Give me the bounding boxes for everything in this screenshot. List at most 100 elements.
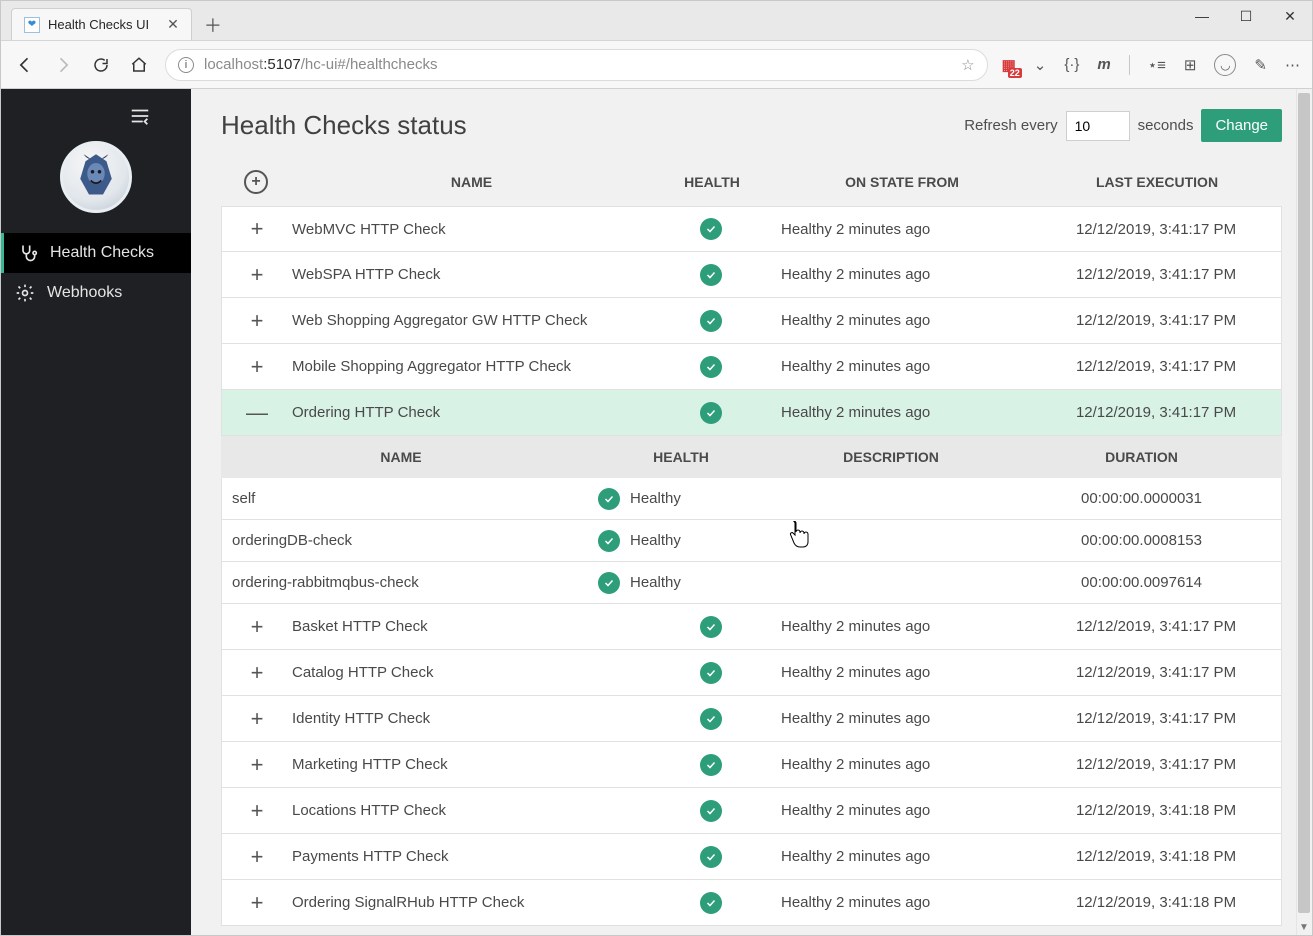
table-row[interactable]: +Mobile Shopping Aggregator HTTP CheckHe…: [221, 344, 1282, 390]
table-header: + NAME HEALTH ON STATE FROM LAST EXECUTI…: [221, 158, 1282, 206]
ext-calendar-icon[interactable]: ▦22: [1002, 56, 1016, 74]
last-execution: 12/12/2019, 3:41:17 PM: [1031, 710, 1281, 727]
url-text: localhost:5107/hc-ui#/healthchecks: [204, 56, 438, 73]
check-ok-icon: [700, 356, 722, 378]
on-state-from: Healthy 2 minutes ago: [771, 894, 1031, 911]
check-name: Ordering HTTP Check: [292, 404, 651, 421]
close-tab-icon[interactable]: ✕: [167, 16, 179, 33]
health-cell: [651, 402, 771, 424]
ext-pocket-icon[interactable]: ⌄: [1034, 56, 1047, 74]
table-row[interactable]: +Web Shopping Aggregator GW HTTP CheckHe…: [221, 298, 1282, 344]
table-row[interactable]: +Locations HTTP CheckHealthy 2 minutes a…: [221, 788, 1282, 834]
collapse-icon[interactable]: —: [222, 400, 292, 426]
collections-icon[interactable]: ⊞: [1184, 56, 1197, 74]
expand-icon[interactable]: +: [222, 752, 292, 778]
more-menu-icon[interactable]: ⋯: [1285, 56, 1300, 74]
expand-icon[interactable]: +: [222, 660, 292, 686]
last-execution: 12/12/2019, 3:41:17 PM: [1031, 756, 1281, 773]
health-cell: [651, 754, 771, 776]
scroll-down-icon[interactable]: ▼: [1296, 919, 1312, 935]
nav-back-icon[interactable]: [13, 53, 37, 77]
feedback-icon[interactable]: ✎: [1254, 56, 1267, 74]
check-ok-icon: [700, 892, 722, 914]
health-cell: [651, 310, 771, 332]
expand-icon[interactable]: +: [222, 354, 292, 380]
table-row[interactable]: +Catalog HTTP CheckHealthy 2 minutes ago…: [221, 650, 1282, 696]
health-cell: [651, 264, 771, 286]
check-ok-icon: [700, 662, 722, 684]
check-name: Mobile Shopping Aggregator HTTP Check: [292, 358, 651, 375]
detail-row: selfHealthy00:00:00.0000031: [221, 478, 1282, 520]
browser-titlebar: ❤ Health Checks UI ✕ ＋ ― ☐ ✕: [1, 1, 1312, 41]
check-ok-icon: [598, 530, 620, 552]
ext-m-icon[interactable]: m: [1097, 56, 1110, 73]
change-button[interactable]: Change: [1201, 109, 1282, 142]
refresh-interval-input[interactable]: [1066, 111, 1130, 141]
table-row[interactable]: +WebMVC HTTP CheckHealthy 2 minutes ago1…: [221, 206, 1282, 252]
table-row[interactable]: +Identity HTTP CheckHealthy 2 minutes ag…: [221, 696, 1282, 742]
table-row[interactable]: —Ordering HTTP Check Healthy 2 minutes ag…: [221, 390, 1282, 436]
expand-icon[interactable]: +: [222, 798, 292, 824]
ext-braces-icon[interactable]: {·}: [1064, 56, 1079, 73]
detail-name: orderingDB-check: [222, 532, 582, 549]
browser-tab[interactable]: ❤ Health Checks UI ✕: [11, 8, 192, 40]
refresh-label-prefix: Refresh every: [964, 117, 1057, 134]
expand-all-icon[interactable]: +: [244, 170, 268, 194]
health-cell: [651, 800, 771, 822]
detail-duration: 00:00:00.0008153: [1002, 532, 1281, 549]
detail-col-duration: DURATION: [1001, 449, 1282, 465]
on-state-from: Healthy 2 minutes ago: [771, 404, 1031, 421]
site-info-icon[interactable]: i: [178, 57, 194, 73]
nav-home-icon[interactable]: [127, 53, 151, 77]
window-close-icon[interactable]: ✕: [1268, 1, 1312, 31]
expand-icon[interactable]: +: [222, 614, 292, 640]
sidebar-item-health-checks[interactable]: Health Checks: [1, 233, 191, 273]
check-name: Identity HTTP Check: [292, 710, 651, 727]
table-row[interactable]: +Ordering SignalRHub HTTP CheckHealthy 2…: [221, 880, 1282, 926]
expand-icon[interactable]: +: [222, 706, 292, 732]
check-ok-icon: [700, 616, 722, 638]
expand-icon[interactable]: +: [222, 844, 292, 870]
on-state-from: Healthy 2 minutes ago: [771, 221, 1031, 238]
last-execution: 12/12/2019, 3:41:17 PM: [1031, 266, 1281, 283]
last-execution: 12/12/2019, 3:41:18 PM: [1031, 848, 1281, 865]
table-row[interactable]: +Basket HTTP CheckHealthy 2 minutes ago1…: [221, 604, 1282, 650]
table-row[interactable]: +Payments HTTP CheckHealthy 2 minutes ag…: [221, 834, 1282, 880]
check-ok-icon: [598, 572, 620, 594]
table-row[interactable]: +Marketing HTTP CheckHealthy 2 minutes a…: [221, 742, 1282, 788]
app-logo: [60, 141, 132, 213]
check-ok-icon: [700, 800, 722, 822]
new-tab-button[interactable]: ＋: [198, 10, 228, 40]
detail-col-health: HEALTH: [581, 449, 781, 465]
window-minimize-icon[interactable]: ―: [1180, 1, 1224, 31]
last-execution: 12/12/2019, 3:41:18 PM: [1031, 802, 1281, 819]
profile-avatar-icon[interactable]: ◡: [1214, 54, 1236, 76]
expand-icon[interactable]: +: [222, 262, 292, 288]
on-state-from: Healthy 2 minutes ago: [771, 756, 1031, 773]
browser-toolbar: i localhost:5107/hc-ui#/healthchecks ☆ ▦…: [1, 41, 1312, 89]
expand-icon[interactable]: +: [222, 890, 292, 916]
tab-title: Health Checks UI: [48, 17, 149, 32]
table-row[interactable]: +WebSPA HTTP CheckHealthy 2 minutes ago1…: [221, 252, 1282, 298]
nav-refresh-icon[interactable]: [89, 53, 113, 77]
on-state-from: Healthy 2 minutes ago: [771, 848, 1031, 865]
check-name: Catalog HTTP Check: [292, 664, 651, 681]
check-ok-icon: [700, 264, 722, 286]
favorites-icon[interactable]: ⋆≡: [1148, 56, 1166, 74]
sidebar-item-label: Webhooks: [47, 284, 122, 302]
sidebar-item-webhooks[interactable]: Webhooks: [1, 273, 191, 313]
sidebar-toggle-icon[interactable]: [129, 105, 151, 127]
check-ok-icon: [700, 754, 722, 776]
expand-icon[interactable]: +: [222, 216, 292, 242]
last-execution: 12/12/2019, 3:41:17 PM: [1031, 664, 1281, 681]
favorite-star-icon[interactable]: ☆: [961, 56, 974, 74]
detail-duration: 00:00:00.0000031: [1002, 490, 1281, 507]
window-maximize-icon[interactable]: ☐: [1224, 1, 1268, 31]
detail-duration: 00:00:00.0097614: [1002, 574, 1281, 591]
expand-icon[interactable]: +: [222, 308, 292, 334]
scroll-thumb[interactable]: [1298, 93, 1310, 913]
last-execution: 12/12/2019, 3:41:17 PM: [1031, 221, 1281, 238]
scrollbar[interactable]: ▲ ▼: [1296, 89, 1312, 935]
address-bar[interactable]: i localhost:5107/hc-ui#/healthchecks ☆: [165, 49, 988, 81]
health-cell: [651, 616, 771, 638]
